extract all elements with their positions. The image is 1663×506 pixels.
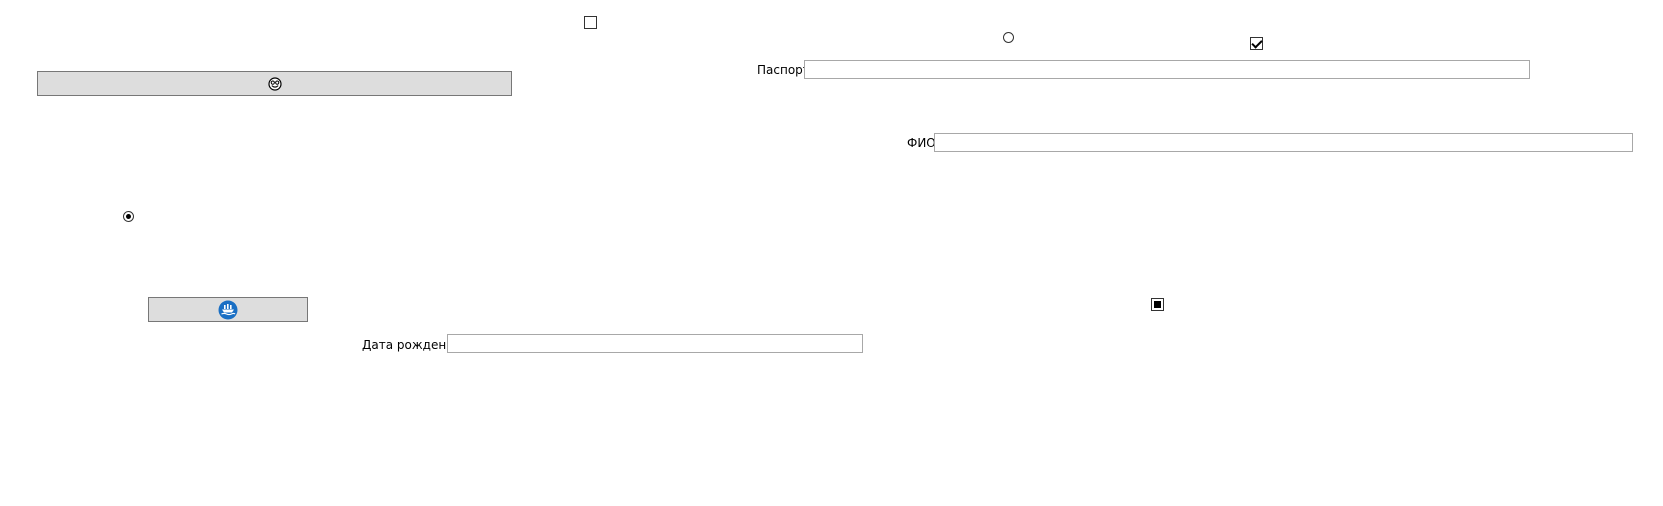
ship-button[interactable] (148, 297, 308, 322)
passport-label: Паспорт (757, 63, 810, 77)
fio-label: ФИО (907, 136, 936, 150)
smiley-button[interactable] (37, 71, 512, 96)
radio-checked[interactable] (123, 211, 134, 222)
birthdate-input[interactable] (447, 334, 863, 353)
checkbox-indeterminate[interactable] (1151, 298, 1164, 311)
fio-input[interactable] (934, 133, 1633, 152)
checkbox-unchecked[interactable] (584, 16, 597, 29)
radio-unchecked[interactable] (1003, 32, 1014, 43)
ship-icon (218, 300, 238, 320)
passport-input[interactable] (804, 60, 1530, 79)
checkbox-checked[interactable] (1250, 37, 1263, 50)
smiley-icon (267, 76, 282, 91)
